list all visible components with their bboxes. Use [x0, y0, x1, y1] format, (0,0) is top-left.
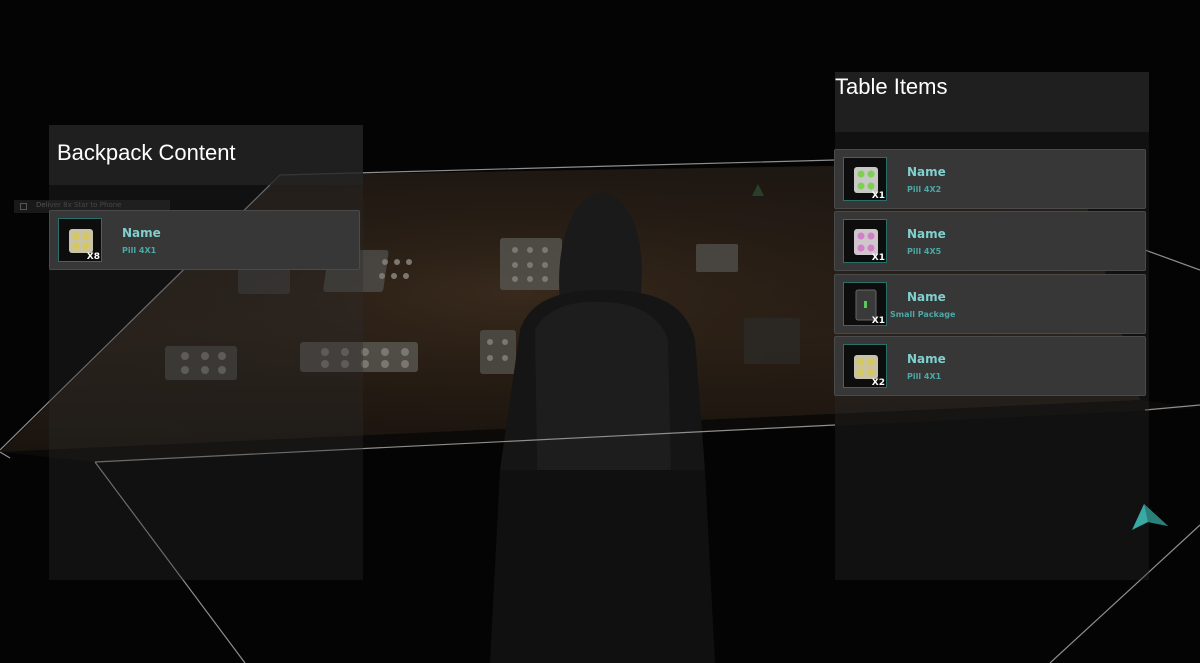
item-subtitle: Pill 4X5 — [907, 247, 942, 256]
navigate-arrow-icon[interactable] — [1130, 500, 1170, 536]
pill-4x5-icon: X1 — [843, 219, 887, 263]
table-item-slot[interactable]: X1 Name Pill 4X5 — [834, 211, 1146, 271]
item-name: Name — [907, 352, 946, 366]
item-quantity: X1 — [871, 316, 885, 326]
pill-4x1-icon: X8 — [58, 218, 102, 262]
backpack-panel: Backpack Content — [49, 125, 363, 580]
table-item-slot[interactable]: X1 Name Pill 4X2 — [834, 149, 1146, 209]
item-subtitle: Pill 4X2 — [907, 185, 942, 194]
item-quantity: X1 — [871, 191, 885, 201]
item-name: Name — [907, 290, 946, 304]
item-subtitle: Pill 4X1 — [122, 246, 157, 255]
backpack-title: Backpack Content — [57, 140, 236, 165]
item-quantity: X2 — [871, 378, 885, 388]
item-name: Name — [907, 227, 946, 241]
item-name: Name — [122, 226, 161, 240]
table-item-slot[interactable]: X1 Name Small Package — [834, 274, 1146, 334]
item-quantity: X8 — [86, 252, 100, 262]
table-item-slot[interactable]: X2 Name Pill 4X1 — [834, 336, 1146, 396]
item-name: Name — [907, 165, 946, 179]
item-subtitle: Small Package — [890, 310, 956, 319]
pill-4x1-icon: X2 — [843, 344, 887, 388]
backpack-slot[interactable]: X8 Name Pill 4X1 — [49, 210, 360, 270]
item-subtitle: Pill 4X1 — [907, 372, 942, 381]
objective-checkbox[interactable] — [20, 203, 27, 210]
pill-4x2-icon: X1 — [843, 157, 887, 201]
table-items-title: Table Items — [835, 74, 948, 99]
small-package-icon: X1 — [843, 282, 887, 326]
item-quantity: X1 — [871, 253, 885, 263]
